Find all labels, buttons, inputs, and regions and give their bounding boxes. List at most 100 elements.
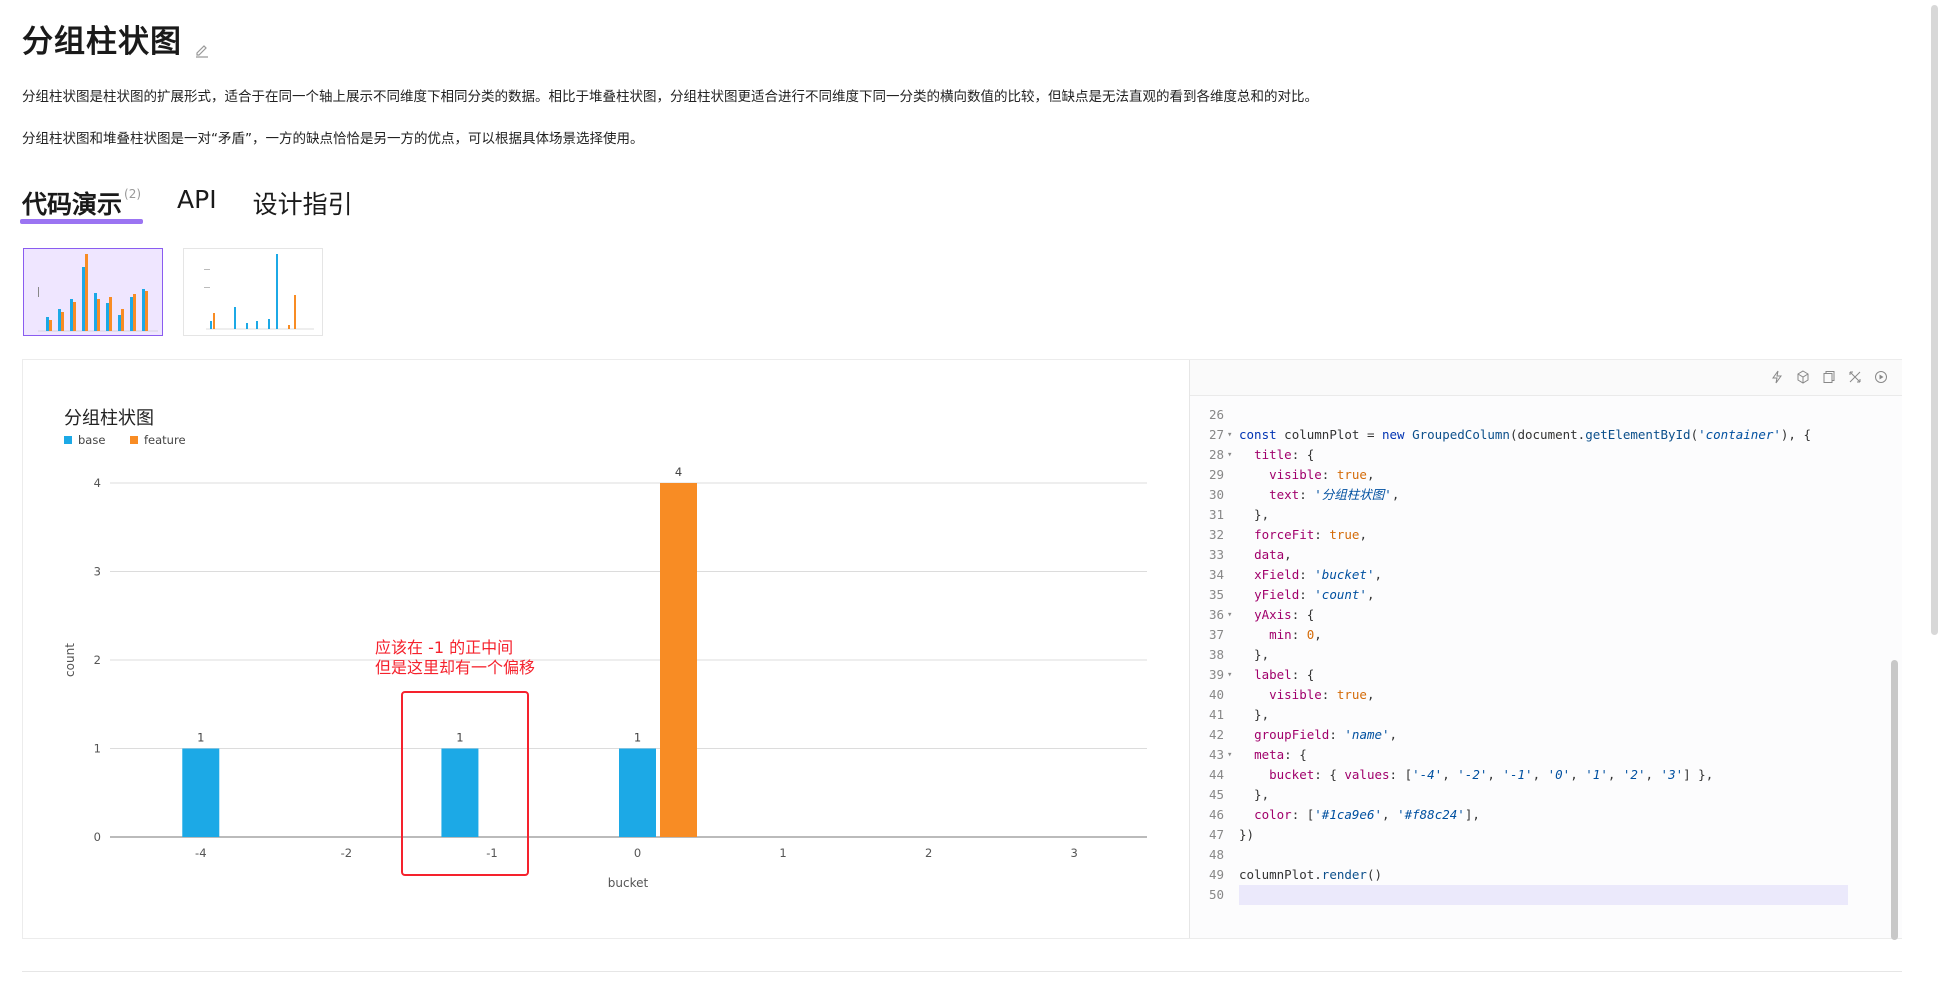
line-number: 49 xyxy=(1208,867,1224,882)
tab-code-demo[interactable]: 代码演示 (2) xyxy=(19,185,144,224)
code-text: columnPlot.render() xyxy=(1239,867,1383,882)
x-axis-title: bucket xyxy=(608,876,649,890)
bar-label-base--4: 1 xyxy=(197,731,204,745)
line-number: 34 xyxy=(1208,567,1224,582)
demo-thumbnail-1[interactable] xyxy=(23,248,163,336)
fold-arrow-icon[interactable]: ▾ xyxy=(1227,665,1232,685)
code-line[interactable]: 39 ▾ label: { xyxy=(1190,665,1880,685)
bar-base--1 xyxy=(441,748,479,837)
code-line[interactable]: 40 visible: true, xyxy=(1190,685,1880,705)
code-line[interactable]: 50 ​ xyxy=(1190,885,1880,905)
x-tick-label-2: 2 xyxy=(925,846,932,860)
y-axis-title: count xyxy=(63,643,77,677)
code-text: visible: true, xyxy=(1269,467,1375,482)
code-text: forceFit: true, xyxy=(1254,527,1367,542)
line-number: 26 xyxy=(1208,407,1224,422)
line-number: 40 xyxy=(1208,687,1224,702)
code-line[interactable]: 33 data, xyxy=(1190,545,1880,565)
fold-arrow-icon[interactable]: ▾ xyxy=(1227,425,1232,445)
code-line[interactable]: 30 text: '分组柱状图', xyxy=(1190,485,1880,505)
legend-marker-feature xyxy=(130,436,138,444)
code-lines[interactable]: 26​27▾const columnPlot = new GroupedColu… xyxy=(1190,395,1880,938)
code-toolbar xyxy=(1190,360,1902,396)
fullscreen-icon[interactable] xyxy=(1848,370,1862,384)
bar-base--4 xyxy=(182,748,220,837)
tab-design-guide-label: 设计指引 xyxy=(252,190,353,219)
code-text: meta: { xyxy=(1254,747,1307,762)
tab-api[interactable]: API xyxy=(177,185,217,214)
codesandbox-icon[interactable] xyxy=(1796,370,1810,384)
line-number: 45 xyxy=(1208,787,1224,802)
line-number: 46 xyxy=(1208,807,1224,822)
x-tick-label-3: 3 xyxy=(1071,846,1078,860)
code-line[interactable]: 46 color: ['#1ca9e6', '#f88c24'], xyxy=(1190,805,1880,825)
x-tick-label--2: -2 xyxy=(341,846,352,860)
code-line[interactable]: 36 ▾ yAxis: { xyxy=(1190,605,1880,625)
code-line[interactable]: 44 bucket: { values: ['-4', '-2', '-1', … xyxy=(1190,765,1880,785)
bar-label-base--1: 1 xyxy=(456,731,463,745)
demo-thumbnail-2[interactable] xyxy=(183,248,323,336)
code-text: }, xyxy=(1239,507,1270,522)
fold-arrow-icon[interactable]: ▾ xyxy=(1227,745,1232,765)
code-line[interactable]: 34 xField: 'bucket', xyxy=(1190,565,1880,585)
code-line[interactable]: 42 groupField: 'name', xyxy=(1190,725,1880,745)
play-icon[interactable] xyxy=(1874,370,1888,384)
code-line[interactable]: 31 }, xyxy=(1190,505,1880,525)
code-text: data, xyxy=(1254,547,1292,562)
y-tick-label-0: 0 xyxy=(94,830,101,844)
code-line[interactable]: 37 min: 0, xyxy=(1190,625,1880,645)
code-line[interactable]: 41 }, xyxy=(1190,705,1880,725)
code-line[interactable]: 38 }, xyxy=(1190,645,1880,665)
page-title: 分组柱状图 xyxy=(22,16,210,61)
fold-arrow-icon[interactable]: ▾ xyxy=(1227,445,1232,465)
x-axis: -4 -2 -1 0 1 2 3 xyxy=(195,846,1078,860)
chart-title: 分组柱状图 xyxy=(64,408,154,429)
code-line[interactable]: 49 columnPlot.render() xyxy=(1190,865,1880,885)
code-text: ​ xyxy=(1239,885,1848,905)
y-tick-label-2: 2 xyxy=(94,653,101,667)
description-paragraph-1: 分组柱状图是柱状图的扩展形式，适合于在同一个轴上展示不同维度下相同分类的数据。相… xyxy=(22,89,1318,105)
annotation-text-line-1: 应该在 -1 的正中间 xyxy=(375,638,513,657)
code-line[interactable]: 43 ▾ meta: { xyxy=(1190,745,1880,765)
line-number: 41 xyxy=(1208,707,1224,722)
code-line[interactable]: 27 ▾ const columnPlot = new GroupedColumn(… xyxy=(1190,425,1880,445)
y-tick-label-1: 1 xyxy=(94,742,101,756)
line-number: 43 xyxy=(1208,747,1224,762)
line-number: 38 xyxy=(1208,647,1224,662)
line-number: 42 xyxy=(1208,727,1224,742)
bar-label-feature-0: 4 xyxy=(675,465,682,479)
page-title-text: 分组柱状图 xyxy=(22,24,182,60)
edit-icon[interactable] xyxy=(194,31,210,58)
tab-code-demo-count: (2) xyxy=(124,186,142,201)
code-text: title: { xyxy=(1254,447,1315,462)
page-scrollbar[interactable] xyxy=(1931,5,1938,635)
code-scrollbar[interactable] xyxy=(1891,660,1898,940)
code-line[interactable]: 47}) xyxy=(1190,825,1880,845)
chart-area: 分组柱状图 base feature 01234 -4 -2 -1 0 1 2 3 1114 … xyxy=(23,360,1188,938)
code-line[interactable]: 35 yField: 'count', xyxy=(1190,585,1880,605)
code-line[interactable]: 48​ xyxy=(1190,845,1880,865)
line-number: 29 xyxy=(1208,467,1224,482)
y-tick-label-4: 4 xyxy=(94,476,101,490)
code-text: }, xyxy=(1239,787,1270,802)
code-line[interactable]: 28 ▾ title: { xyxy=(1190,445,1880,465)
line-number: 32 xyxy=(1208,527,1224,542)
code-editor-panel: 26​27▾const columnPlot = new GroupedColu… xyxy=(1189,360,1902,940)
line-number: 28 xyxy=(1208,447,1224,462)
code-line[interactable]: 45 }, xyxy=(1190,785,1880,805)
tab-design-guide[interactable]: 设计指引 xyxy=(253,185,353,221)
lightning-icon[interactable] xyxy=(1770,370,1784,384)
fold-arrow-icon[interactable]: ▾ xyxy=(1227,605,1232,625)
code-line[interactable]: 32 forceFit: true, xyxy=(1190,525,1880,545)
code-line[interactable]: 29 visible: true, xyxy=(1190,465,1880,485)
code-text: xField: 'bucket', xyxy=(1254,567,1383,582)
line-number: 47 xyxy=(1208,827,1224,842)
bar-base-0 xyxy=(619,748,656,837)
tab-api-label: API xyxy=(177,185,217,214)
line-number: 35 xyxy=(1208,587,1224,602)
code-text: label: { xyxy=(1254,667,1315,682)
code-line[interactable]: 26​ xyxy=(1190,405,1880,425)
code-text: }, xyxy=(1239,647,1270,662)
annotation-text-line-2: 但是这里却有一个偏移 xyxy=(375,658,535,677)
copy-icon[interactable] xyxy=(1822,370,1836,384)
